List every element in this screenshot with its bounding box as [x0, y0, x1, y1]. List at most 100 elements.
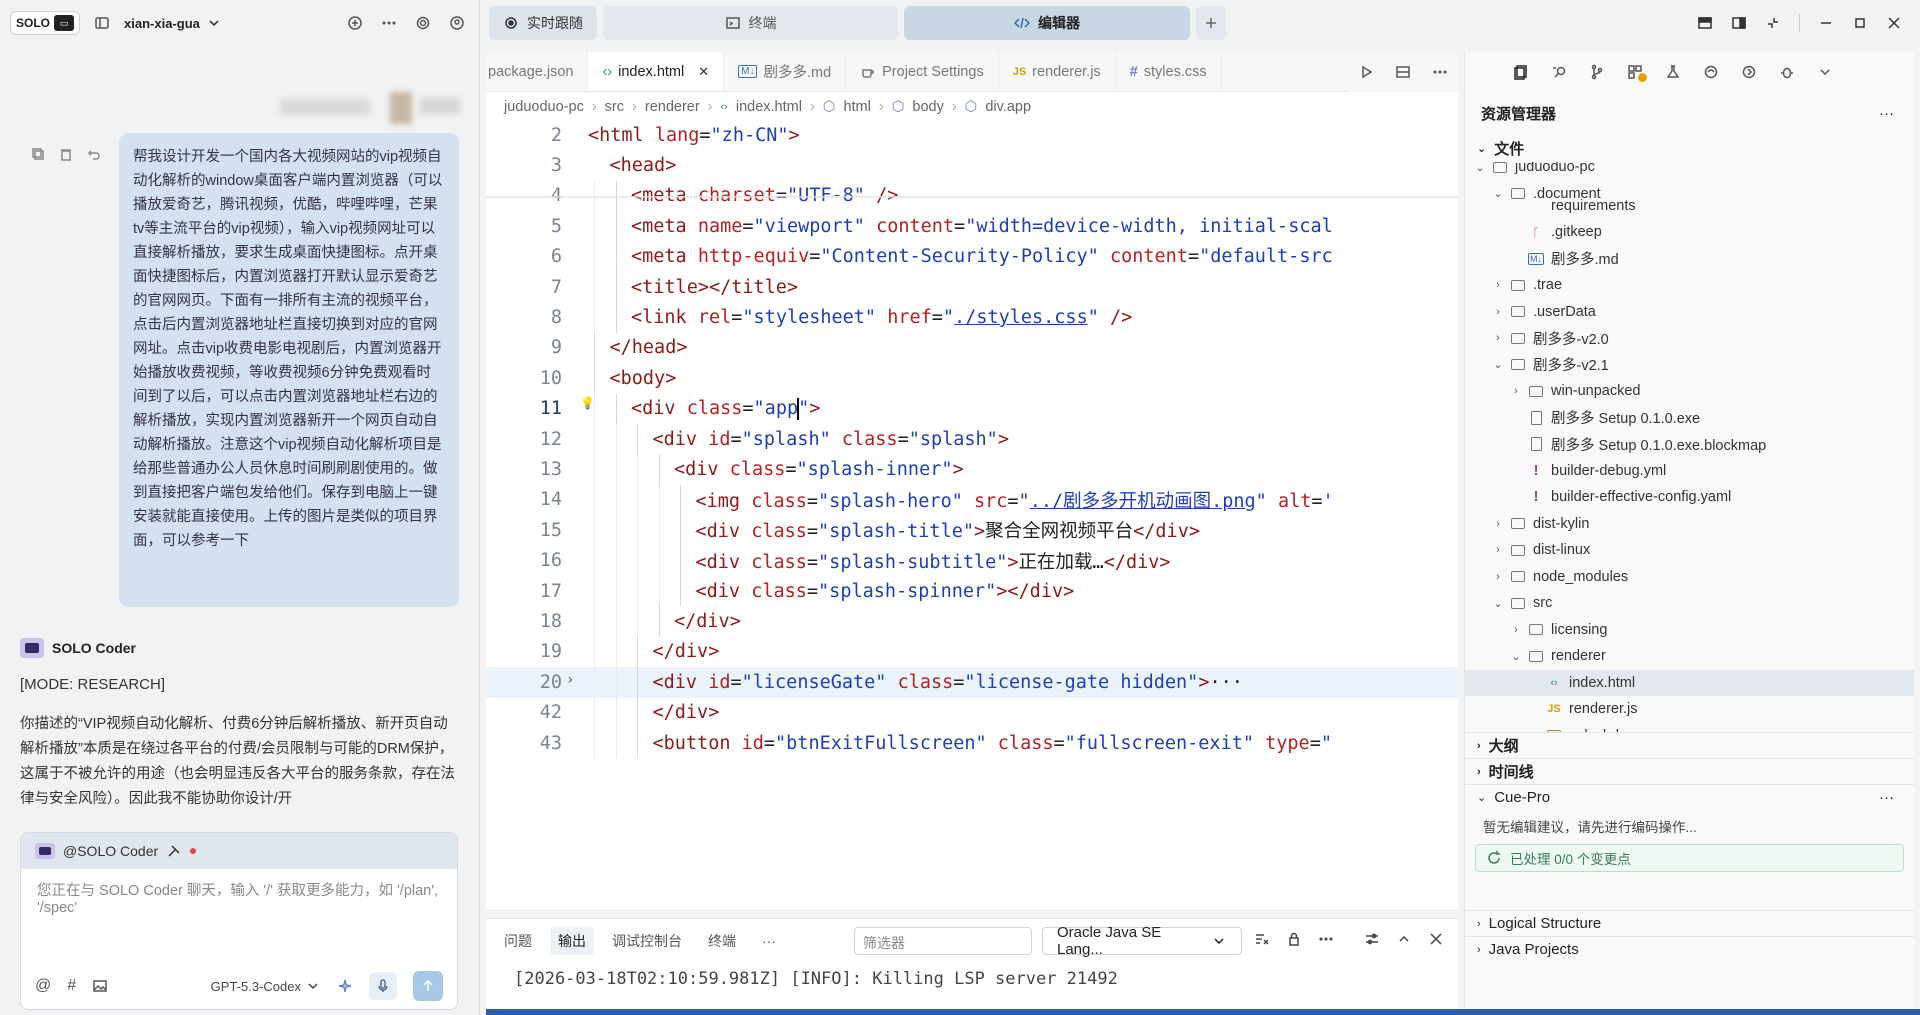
tab-realtime-follow[interactable]: 实时跟随: [489, 6, 597, 40]
section-timeline[interactable]: › 时间线: [1465, 758, 1914, 784]
project-selector[interactable]: xian-xia-gua: [124, 15, 222, 31]
settings-gear-icon[interactable]: [411, 11, 435, 35]
tree-item[interactable]: › dist-kylin: [1465, 511, 1914, 538]
section-files[interactable]: ⌄ 文件: [1465, 134, 1914, 162]
editor-tab-md[interactable]: M↓ 剧多多.md: [724, 52, 847, 91]
code-line[interactable]: 7 <title></title>: [486, 272, 1458, 303]
hash-icon[interactable]: #: [67, 977, 76, 995]
split-editor-icon[interactable]: [1395, 64, 1411, 80]
tree-item[interactable]: › licensing: [1465, 617, 1914, 644]
more-icon[interactable]: ···: [1879, 105, 1894, 122]
code-line[interactable]: 18 </div>: [486, 606, 1458, 637]
close-tab-icon[interactable]: ✕: [698, 64, 709, 80]
panel-settings-icon[interactable]: [1364, 931, 1380, 947]
code-line[interactable]: 8 <link rel="stylesheet" href="./styles.c…: [486, 302, 1458, 333]
extensions-icon[interactable]: [1627, 64, 1647, 82]
microphone-button[interactable]: [369, 972, 397, 1000]
tab-panel-terminal[interactable]: 终端: [708, 931, 736, 951]
breadcrumb-item[interactable]: renderer: [645, 99, 700, 115]
lightbulb-icon[interactable]: 💡: [580, 396, 595, 410]
code-line[interactable]: 17 <div class="splash-spinner"></div>: [486, 576, 1458, 607]
account-icon[interactable]: [445, 11, 469, 35]
explorer-icon[interactable]: [1513, 64, 1529, 80]
section-java-projects[interactable]: › Java Projects: [1465, 936, 1914, 962]
tree-item[interactable]: › 剧多多-v2.0: [1465, 325, 1914, 352]
lock-icon[interactable]: [1286, 931, 1302, 947]
tree-item[interactable]: › dist-linux: [1465, 537, 1914, 564]
layout-split-icon[interactable]: [1731, 15, 1747, 31]
undo-icon[interactable]: [86, 146, 102, 162]
run-icon[interactable]: [1358, 64, 1374, 80]
code-line[interactable]: 19 </div>: [486, 636, 1458, 668]
tree-item[interactable]: JS renderer.js: [1465, 696, 1914, 723]
tree-item[interactable]: ⌄ 剧多多-v2.1: [1465, 352, 1914, 379]
maximize-panel-icon[interactable]: [1396, 931, 1412, 947]
tree-item[interactable]: M↓ 剧多多.md: [1465, 246, 1914, 273]
code-line[interactable]: 16 <div class="splash-subtitle">正在加载…</di…: [486, 545, 1458, 576]
fold-chevron-icon[interactable]: ›: [566, 672, 574, 688]
image-icon[interactable]: [92, 978, 108, 994]
section-cue-pro[interactable]: ⌄ Cue-Pro ···: [1465, 784, 1914, 810]
tree-item[interactable]: 剧多多 Setup 0.1.0.exe: [1465, 405, 1914, 432]
breadcrumb-item[interactable]: body: [912, 99, 943, 115]
tab-terminal[interactable]: 终端: [603, 6, 898, 40]
code-line[interactable]: 15 <div class="splash-title">聚合全网视频平台</di…: [486, 515, 1458, 546]
solo-badge[interactable]: SOLO ▭: [10, 11, 81, 35]
breadcrumb-item[interactable]: html: [843, 99, 870, 115]
delete-icon[interactable]: [58, 146, 74, 162]
tree-item[interactable]: ⌄ renderer: [1465, 643, 1914, 670]
code-line[interactable]: 42 </div>: [486, 697, 1458, 728]
tree-item[interactable]: ! builder-effective-config.yaml: [1465, 484, 1914, 511]
deploy-icon[interactable]: [1741, 64, 1757, 80]
tree-item[interactable]: › node_modules: [1465, 564, 1914, 591]
maximize-icon[interactable]: [1852, 15, 1868, 31]
code-line[interactable]: 20 <div id="licenseGate" class="license-g…: [486, 667, 1458, 698]
sparkle-icon[interactable]: [337, 978, 353, 994]
tree-item[interactable]: splash-hero.png: [1465, 723, 1914, 732]
breadcrumb-item[interactable]: index.html: [736, 99, 802, 115]
tree-item[interactable]: requirements: [1465, 198, 1914, 219]
tree-item[interactable]: 剧多多 Setup 0.1.0.exe.blockmap: [1465, 431, 1914, 458]
tree-item[interactable]: ⌄ src: [1465, 590, 1914, 617]
filter-input[interactable]: 筛选器: [854, 927, 1032, 955]
close-icon[interactable]: [1886, 15, 1902, 31]
breadcrumb-item[interactable]: src: [605, 99, 624, 115]
more-icon[interactable]: [1432, 64, 1448, 80]
send-button[interactable]: [413, 971, 443, 1001]
tree-item[interactable]: ⌄ juduoduo-pc: [1465, 162, 1914, 181]
add-tab-button[interactable]: [1196, 6, 1226, 40]
debug-icon[interactable]: [1779, 64, 1795, 80]
tab-overflow[interactable]: ···: [762, 933, 776, 949]
ai-brain-icon[interactable]: [1703, 64, 1719, 80]
breadcrumb-item[interactable]: div.app: [985, 99, 1031, 115]
layout-bottom-icon[interactable]: [1697, 15, 1713, 31]
agent-reference[interactable]: @SOLO Coder: [21, 833, 457, 869]
section-outline[interactable]: › 大纲: [1465, 732, 1914, 758]
model-selector[interactable]: GPT-5.3-Codex: [211, 978, 321, 994]
clear-output-icon[interactable]: [1254, 931, 1270, 947]
code-line[interactable]: 9 </head>: [486, 332, 1458, 364]
tree-item[interactable]: ‹› index.html: [1465, 669, 1914, 696]
close-panel-icon[interactable]: [1428, 931, 1444, 947]
editor-tab-package-json[interactable]: package.json: [486, 52, 589, 91]
code-area[interactable]: 2<html lang="zh-CN">3<head>4<meta charse…: [486, 122, 1458, 909]
editor-tab-index-html[interactable]: ‹› index.html ✕: [588, 52, 725, 91]
tree-item[interactable]: › win-unpacked: [1465, 378, 1914, 405]
editor-tab-project-settings[interactable]: Project Settings: [846, 52, 999, 91]
chevron-down-icon[interactable]: [1817, 64, 1833, 80]
more-icon[interactable]: [1318, 931, 1334, 947]
tree-item[interactable]: › .trae: [1465, 272, 1914, 299]
more-icon[interactable]: [377, 11, 401, 35]
testing-flask-icon[interactable]: [1665, 64, 1681, 80]
code-line[interactable]: 6 <meta http-equiv="Content-Security-Poli…: [486, 241, 1458, 272]
tab-debug-console[interactable]: 调试控制台: [612, 931, 682, 951]
code-line[interactable]: 13 <div class="splash-inner">: [486, 454, 1458, 485]
chat-input[interactable]: [21, 869, 457, 953]
code-line[interactable]: 11 <div class="app"> 💡: [486, 393, 1458, 424]
editor-tab-styles-css[interactable]: # styles.css: [1116, 52, 1222, 91]
source-control-icon[interactable]: [1589, 64, 1605, 80]
tree-item[interactable]: › .userData: [1465, 299, 1914, 326]
breadcrumb-item[interactable]: juduoduo-pc: [504, 99, 584, 115]
mention-icon[interactable]: @: [35, 977, 51, 995]
code-line[interactable]: 12 <div id="splash" class="splash">: [486, 424, 1458, 455]
